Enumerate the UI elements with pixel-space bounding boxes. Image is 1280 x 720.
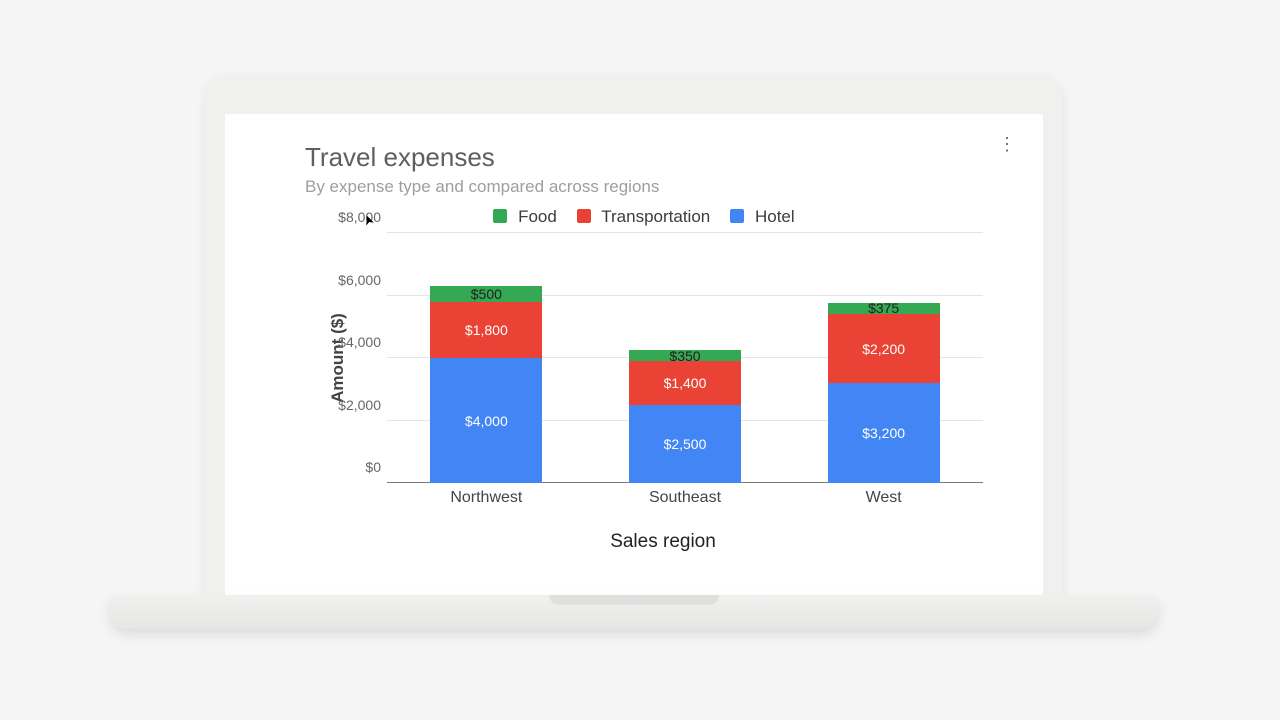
x-tick-label: West	[828, 489, 940, 507]
data-label: $3,200	[862, 425, 905, 441]
y-tick-1: $2,000	[338, 397, 381, 413]
data-label: $1,800	[465, 322, 508, 338]
legend-item-transportation[interactable]: Transportation	[577, 207, 710, 227]
plot-area: Amount ($) $0 $2,000 $4,000 $6,000 $8,00…	[343, 233, 983, 483]
x-axis-label: Sales region	[343, 531, 983, 553]
data-label: $500	[471, 286, 502, 302]
y-axis: $0 $2,000 $4,000 $6,000 $8,000	[333, 233, 381, 483]
bar-seg-trans: $1,800	[430, 302, 542, 358]
legend-label-transportation: Transportation	[601, 207, 710, 226]
x-tick-label: Southeast	[629, 489, 741, 507]
bar-southeast[interactable]: $350 $1,400 $2,500	[629, 233, 741, 483]
chart-title: Travel expenses	[305, 142, 983, 173]
legend-label-hotel: Hotel	[755, 207, 795, 226]
legend-item-hotel[interactable]: Hotel	[730, 207, 794, 227]
more-vert-icon: ⋮	[998, 134, 1016, 154]
x-axis-labels: Northwest Southeast West	[387, 489, 983, 507]
legend-swatch-food	[493, 209, 507, 223]
data-label: $1,400	[664, 375, 707, 391]
bar-seg-food: $500	[430, 286, 542, 302]
data-label: $2,500	[664, 436, 707, 452]
screen: ⋮ Travel expenses By expense type and co…	[225, 114, 1043, 596]
bar-seg-hotel: $2,500	[629, 405, 741, 483]
bar-seg-trans: $1,400	[629, 361, 741, 405]
bar-seg-trans: $2,200	[828, 314, 940, 383]
legend-swatch-transportation	[577, 209, 591, 223]
data-label: $2,200	[862, 341, 905, 357]
laptop-base	[110, 595, 1158, 629]
y-tick-3: $6,000	[338, 272, 381, 288]
legend-label-food: Food	[518, 207, 557, 226]
laptop-frame: ⋮ Travel expenses By expense type and co…	[205, 76, 1063, 596]
chart-subtitle: By expense type and compared across regi…	[305, 177, 983, 197]
legend-item-food[interactable]: Food	[493, 207, 556, 227]
legend-swatch-hotel	[730, 209, 744, 223]
bars-container: $500 $1,800 $4,000 $350 $1,400 $2,500 $3…	[387, 233, 983, 483]
bar-seg-food: $350	[629, 350, 741, 361]
y-tick-0: $0	[365, 459, 381, 475]
data-label: $4,000	[465, 413, 508, 429]
chart-legend: Food Transportation Hotel	[305, 207, 983, 227]
bar-seg-hotel: $4,000	[430, 358, 542, 483]
bar-west[interactable]: $375 $2,200 $3,200	[828, 233, 940, 483]
card-menu-button[interactable]: ⋮	[995, 132, 1019, 156]
bar-northwest[interactable]: $500 $1,800 $4,000	[430, 233, 542, 483]
chart-card: ⋮ Travel expenses By expense type and co…	[225, 114, 1043, 596]
bar-seg-food: $375	[828, 303, 940, 315]
bar-seg-hotel: $3,200	[828, 383, 940, 483]
y-tick-2: $4,000	[338, 334, 381, 350]
y-tick-4: $8,000	[338, 209, 381, 225]
x-tick-label: Northwest	[430, 489, 542, 507]
